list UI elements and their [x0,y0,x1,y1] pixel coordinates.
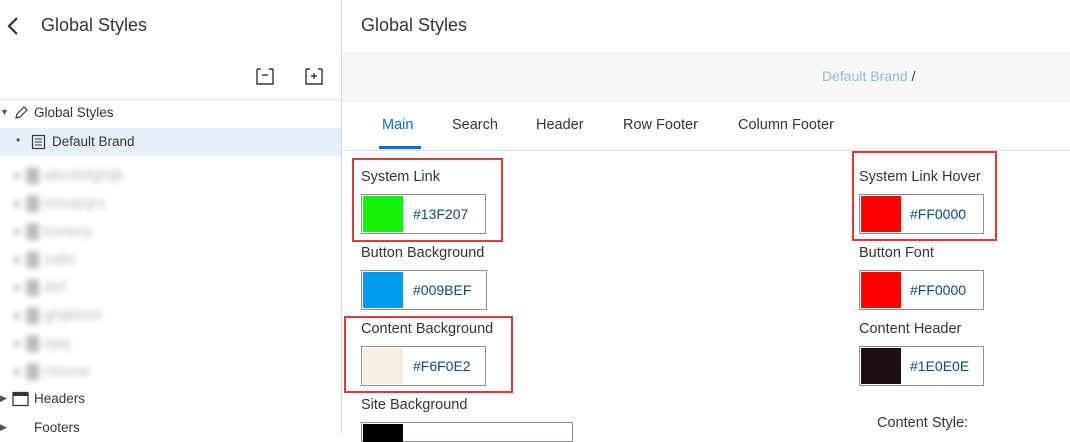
tree-item-headers[interactable]: ▶ Headers [0,385,341,413]
breadcrumb-bar: Default Brand / [342,52,1070,101]
button-font-label: Button Font [859,245,934,261]
content-header-label: Content Header [859,321,962,337]
left-panel: Global Styles ▼ Global Styles • Default … [0,0,342,435]
content-header-color-picker[interactable]: #1E0E0E [859,346,984,386]
tab-column-footer[interactable]: Column Footer [738,117,834,133]
tab-main[interactable]: Main [382,117,413,133]
tree-item-blurred[interactable]: ▸ ▇ ghijklmn [14,305,102,325]
site-background-label: Site Background [361,397,468,413]
tab-header[interactable]: Header [536,117,584,133]
tree-item-blurred[interactable]: ▸ ▇ rstuvw [14,361,89,381]
hex-value: #FF0000 [910,206,967,222]
system-link-color-picker[interactable]: #13F207 [361,194,486,234]
breadcrumb: Default Brand / [822,68,915,84]
tree-item-label: Default Brand [52,134,135,149]
system-link-label: System Link [361,169,440,185]
tree-item-global-styles[interactable]: ▼ Global Styles [0,99,341,127]
page-title: Global Styles [361,15,468,35]
chevron-left-icon [7,17,18,35]
caret-right-icon: ▶ [0,393,7,403]
tree-item-label: Global Styles [34,105,114,120]
hex-value: #1E0E0E [910,358,970,374]
content-background-label: Content Background [361,321,494,337]
left-header: Global Styles [0,0,341,52]
tree-item-blurred[interactable]: ▸ ▇ abcdefghijk [14,165,124,185]
back-button[interactable] [4,14,24,38]
tab-search[interactable]: Search [452,117,498,133]
hex-value: #F6F0E2 [413,358,471,374]
caret-right-icon: ▶ [0,422,7,432]
tree-item-blurred[interactable]: ▸ ▇ def [14,277,65,297]
content-background-color-picker[interactable]: #F6F0E2 [361,346,486,386]
tree-item-blurred[interactable]: ▸ ▇ mnopqrs [14,193,105,213]
collapse-button[interactable] [254,65,276,87]
tree-item-label: Footers [34,420,80,435]
color-swatch [363,272,403,308]
color-swatch [363,196,403,232]
header-icon [12,391,29,407]
tree-item-footers[interactable]: ▶ Footers [0,414,341,442]
caret-down-icon: ▼ [0,107,9,117]
expand-button[interactable] [303,65,325,87]
collapse-all-icon [256,68,274,85]
breadcrumb-link[interactable]: Default Brand [822,68,908,84]
button-background-color-picker[interactable]: #009BEF [361,270,487,310]
breadcrumb-separator: / [911,68,916,84]
color-swatch [861,348,901,384]
hex-value: #009BEF [413,282,472,298]
bullet-icon: • [16,133,21,147]
tree-item-label: Headers [34,391,86,406]
tree-item-default-brand[interactable]: • Default Brand [0,128,341,156]
tree-item-blurred[interactable]: ▸ ▇ opq [14,333,70,353]
system-link-hover-label: System Link Hover [859,169,981,185]
tree-item-blurred[interactable]: ▸ ▇ tuvwxy [14,221,92,241]
pencil-icon [15,106,28,119]
hex-value: #13F207 [413,206,469,222]
content-style-label: Content Style: [877,415,969,431]
active-tab-indicator [379,146,421,149]
hex-value: #FF0000 [910,282,967,298]
site-background-color-picker[interactable] [361,422,573,442]
tab-bar: Main Search Header Row Footer Column Foo… [342,100,1070,151]
tab-row-footer[interactable]: Row Footer [623,117,698,133]
system-link-hover-color-picker[interactable]: #FF0000 [859,194,984,234]
tree-item-blurred[interactable]: ▸ ▇ zabc [14,249,77,269]
color-swatch [363,348,403,384]
button-font-color-picker[interactable]: #FF0000 [859,270,984,310]
expand-all-icon [305,68,323,85]
panel-title: Global Styles [41,15,148,35]
color-swatch [861,196,901,232]
blurred-tree-items: ▸ ▇ abcdefghijk ▸ ▇ mnopqrs ▸ ▇ tuvwxy ▸… [0,157,341,385]
color-swatch [363,424,403,442]
color-swatch [861,272,901,308]
button-background-label: Button Background [361,245,485,261]
brand-icon [31,134,46,150]
